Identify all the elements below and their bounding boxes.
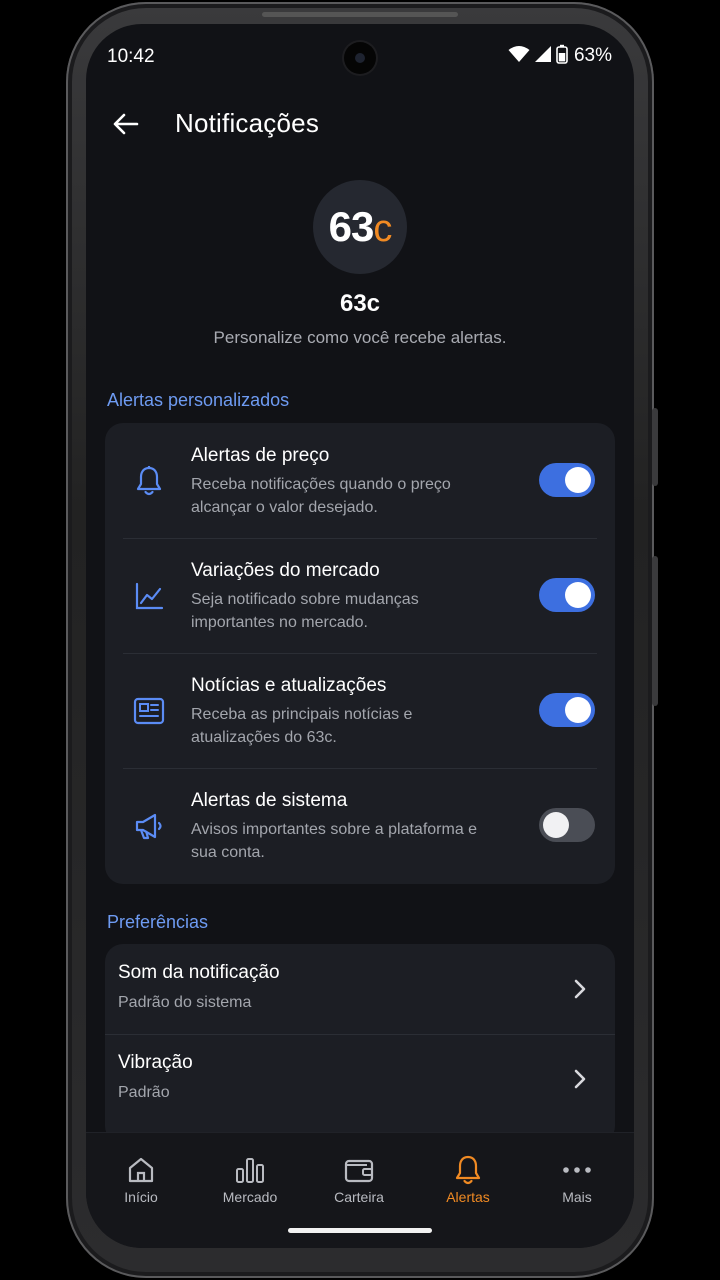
logo-main: 63 (328, 203, 375, 250)
earpiece (262, 12, 458, 17)
status-bar: 10:42 63% (86, 24, 634, 88)
logo-accent: c (373, 208, 392, 250)
alert-row-market[interactable]: Variações do mercado Seja notificado sob… (105, 538, 615, 653)
status-icons: 63% (508, 44, 612, 68)
power-button (652, 556, 658, 706)
section-title-preferences: Preferências (107, 912, 209, 932)
alert-title: Variações do mercado (191, 560, 380, 581)
toggle-knob (565, 467, 591, 493)
home-indicator[interactable] (288, 1228, 432, 1233)
nav-item-carteira[interactable]: Carteira (309, 1153, 409, 1219)
pref-value: Padrão (118, 1084, 170, 1101)
nav-item-alertas[interactable]: Alertas (418, 1153, 518, 1219)
chart-line-icon (129, 576, 169, 616)
logo-text: 63c (328, 203, 393, 251)
toggle-market-alerts[interactable] (539, 578, 595, 612)
nav-label: Alertas (446, 1189, 490, 1205)
page-title: Notificações (175, 108, 320, 138)
chevron-right-icon (565, 974, 595, 1004)
alert-description: Receba as principais notícias e atualiza… (191, 706, 413, 746)
pref-title: Som da notificação (118, 962, 280, 983)
front-camera (344, 42, 376, 74)
header-subtitle: Personalize como você recebe alertas. (213, 328, 507, 347)
arrow-left-icon (113, 113, 139, 135)
alert-title: Notícias e atualizações (191, 675, 387, 696)
nav-label: Mercado (222, 1189, 278, 1205)
app-logo: 63c (313, 180, 407, 274)
chevron-right-icon (565, 1064, 595, 1094)
more-icon (527, 1153, 627, 1187)
alert-row-price[interactable]: Alertas de preço Receba notificações qua… (105, 423, 615, 538)
app-bar: Notificações (86, 94, 634, 154)
battery-percent: 63% (573, 45, 612, 66)
signal-icon (534, 45, 552, 68)
toggle-news-alerts[interactable] (539, 693, 595, 727)
megaphone-icon (129, 806, 169, 846)
toggle-knob (565, 697, 591, 723)
nav-label: Início (124, 1189, 158, 1205)
nav-item-mais[interactable]: Mais (527, 1153, 627, 1219)
toggle-knob (565, 582, 591, 608)
divider (105, 1034, 615, 1035)
alert-row-news[interactable]: Notícias e atualizações Receba as princi… (105, 653, 615, 768)
alert-description: Avisos importantes sobre a plataforma e … (191, 821, 478, 861)
bell-icon (418, 1153, 518, 1187)
bell-icon (129, 461, 169, 501)
divider (123, 653, 597, 654)
pref-title: Vibração (118, 1052, 193, 1073)
divider (123, 768, 597, 769)
toggle-knob (543, 812, 569, 838)
toggle-price-alerts[interactable] (539, 463, 595, 497)
battery-icon (556, 44, 568, 69)
wifi-icon (508, 45, 530, 68)
alert-title: Alertas de sistema (191, 790, 348, 811)
alert-row-system[interactable]: Alertas de sistema Avisos importantes so… (105, 768, 615, 883)
app-name: 63c (339, 290, 381, 317)
nav-item-mercado[interactable]: Mercado (200, 1153, 300, 1219)
section-title-alerts: Alertas personalizados (107, 390, 290, 410)
alert-description: Receba notificações quando o preço alcan… (191, 476, 451, 516)
volume-button (652, 408, 658, 486)
pref-row-vibration[interactable]: Vibração Padrão (105, 1034, 615, 1124)
home-icon (91, 1153, 191, 1187)
status-time: 10:42 (107, 46, 155, 67)
wallet-icon (309, 1153, 409, 1187)
back-button[interactable] (108, 106, 144, 142)
nav-label: Carteira (334, 1189, 384, 1205)
pref-value: Padrão do sistema (118, 994, 252, 1011)
nav-label: Mais (562, 1189, 592, 1205)
nav-item-inicio[interactable]: Início (91, 1153, 191, 1219)
toggle-system-alerts[interactable] (539, 808, 595, 842)
alert-title: Alertas de preço (191, 445, 330, 466)
alerts-card: Alertas de preço Receba notificações qua… (105, 423, 615, 884)
bar-chart-icon (200, 1153, 300, 1187)
preferences-card: Som da notificação Padrão do sistema Vib… (105, 944, 615, 1144)
divider (123, 538, 597, 539)
alert-description: Seja notificado sobre mudanças important… (191, 591, 419, 631)
screen: 10:42 63% Notificações 63c 63c Personali… (86, 24, 634, 1248)
newspaper-icon (129, 691, 169, 731)
pref-row-sound[interactable]: Som da notificação Padrão do sistema (105, 944, 615, 1034)
